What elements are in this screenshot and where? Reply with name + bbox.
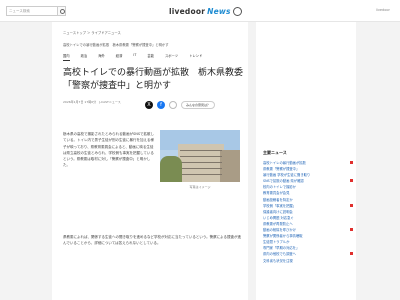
- sidebar-title: 主要ニュース: [263, 150, 287, 155]
- sidebar-news-text: 教育委員会が会見: [263, 191, 290, 196]
- share-bar: X f みんなの意見は？: [145, 101, 215, 109]
- sidebar-news-text: SNSで拡散の動画 県が確認: [263, 179, 304, 184]
- new-badge-icon: [350, 252, 353, 256]
- tab-category[interactable]: 経済: [116, 53, 123, 61]
- article-body-paragraph: 県教委によれば、関係する生徒への聞き取りを進めるなど学校が対応に当たっているとい…: [63, 235, 242, 246]
- sidebar-news-text: 保護者向けに説明会: [263, 209, 293, 214]
- sidebar-news-text: いじめ問題 対応急ぐ: [263, 215, 294, 220]
- sidebar-news-text: 県教委「警察が捜査中」: [263, 167, 300, 172]
- breadcrumb[interactable]: ニューストップ ＞ ライブドアニュース: [63, 30, 121, 35]
- sidebar-news-text: 生徒間トラブルか: [263, 240, 290, 245]
- sidebar-news-text: 専門家「早期の対応を」: [263, 246, 300, 251]
- logo-accent: News: [207, 6, 231, 16]
- link-share-icon[interactable]: [169, 101, 177, 109]
- sidebar-news-text: 県内の他校でも調査へ: [263, 252, 296, 257]
- site-logo[interactable]: livedoor News: [169, 5, 242, 17]
- sidebar-news-text: 学校側「事実を把握」: [263, 203, 296, 208]
- mascot-icon: [232, 6, 242, 16]
- sidebar-news-text: 動画の削除を呼びかけ: [263, 228, 296, 233]
- new-badge-icon: [350, 228, 353, 232]
- article-subtitle: 高校トイレでの暴行動画が拡散 栃木県教委「警察が捜査中」と明かす: [63, 43, 169, 47]
- tab-category[interactable]: スポーツ: [165, 53, 178, 61]
- article-body-paragraph: 栃木県の高校で撮影されたとみられる動画がSNSで拡散している。トイレ内で男子生徒…: [63, 132, 155, 168]
- site-header: ニュース検索 livedoor News livedoor: [0, 0, 400, 22]
- article-column: ニューストップ ＞ ライブドアニュース 高校トイレでの暴行動画が拡散 栃木県教委…: [52, 22, 248, 300]
- tab-category[interactable]: 国内: [63, 53, 70, 61]
- search-icon[interactable]: [58, 6, 66, 16]
- new-badge-icon: [350, 179, 353, 183]
- tab-category[interactable]: 政治: [81, 53, 88, 61]
- photo-caption: 写真はイメージ: [189, 185, 211, 189]
- sidebar-news-text: 高校トイレの暴行動画が拡散: [263, 161, 306, 165]
- sidebar-news-item[interactable]: 文科省も状況を注視: [263, 258, 353, 264]
- sidebar: 主要ニュース 高校トイレの暴行動画が拡散 県教委「警察が捜査中」 暴行動画 学校が生…: [256, 22, 356, 300]
- sidebar-news-text: 文科省も状況を注視: [263, 258, 293, 263]
- sidebar-news-list: 高校トイレの暴行動画が拡散 県教委「警察が捜査中」 暴行動画 学校が生徒に聞き取り S…: [263, 160, 353, 264]
- page-title: 高校トイレでの暴行動画が拡散 栃木県教委「警察が捜査中」と明かす: [63, 68, 244, 91]
- search-input[interactable]: ニュース検索: [6, 6, 58, 16]
- article-photo: [160, 130, 240, 182]
- sidebar-news-text: 校内のトイレで撮影か: [263, 185, 296, 190]
- new-badge-icon: [350, 203, 353, 207]
- tab-category[interactable]: IT: [133, 53, 136, 61]
- logo-text: livedoor: [169, 6, 206, 16]
- facebook-share-icon[interactable]: f: [157, 101, 165, 109]
- new-badge-icon: [350, 161, 353, 164]
- sidebar-news-text: 警察が関係者から事情聴取: [263, 234, 303, 239]
- tab-category[interactable]: 芸能: [147, 53, 154, 61]
- tab-category[interactable]: 海外: [98, 53, 105, 61]
- category-tabs: 国内 政治 海外 経済 IT 芸能 スポーツ トレンド: [63, 53, 213, 61]
- header-right-link[interactable]: livedoor: [376, 8, 390, 12]
- article-meta: 2026年1月7日 17時0分 J-CASTニュース: [63, 100, 121, 104]
- sidebar-news-text: 暴行動画 学校が生徒に聞き取り: [263, 173, 311, 178]
- x-share-icon[interactable]: X: [145, 101, 153, 109]
- tab-category[interactable]: トレンド: [189, 53, 202, 61]
- comment-button[interactable]: みんなの意見は？: [181, 101, 215, 109]
- sidebar-news-text: 動画投稿者を特定か: [263, 197, 293, 202]
- sidebar-news-text: 県教委が再発防止へ: [263, 221, 293, 226]
